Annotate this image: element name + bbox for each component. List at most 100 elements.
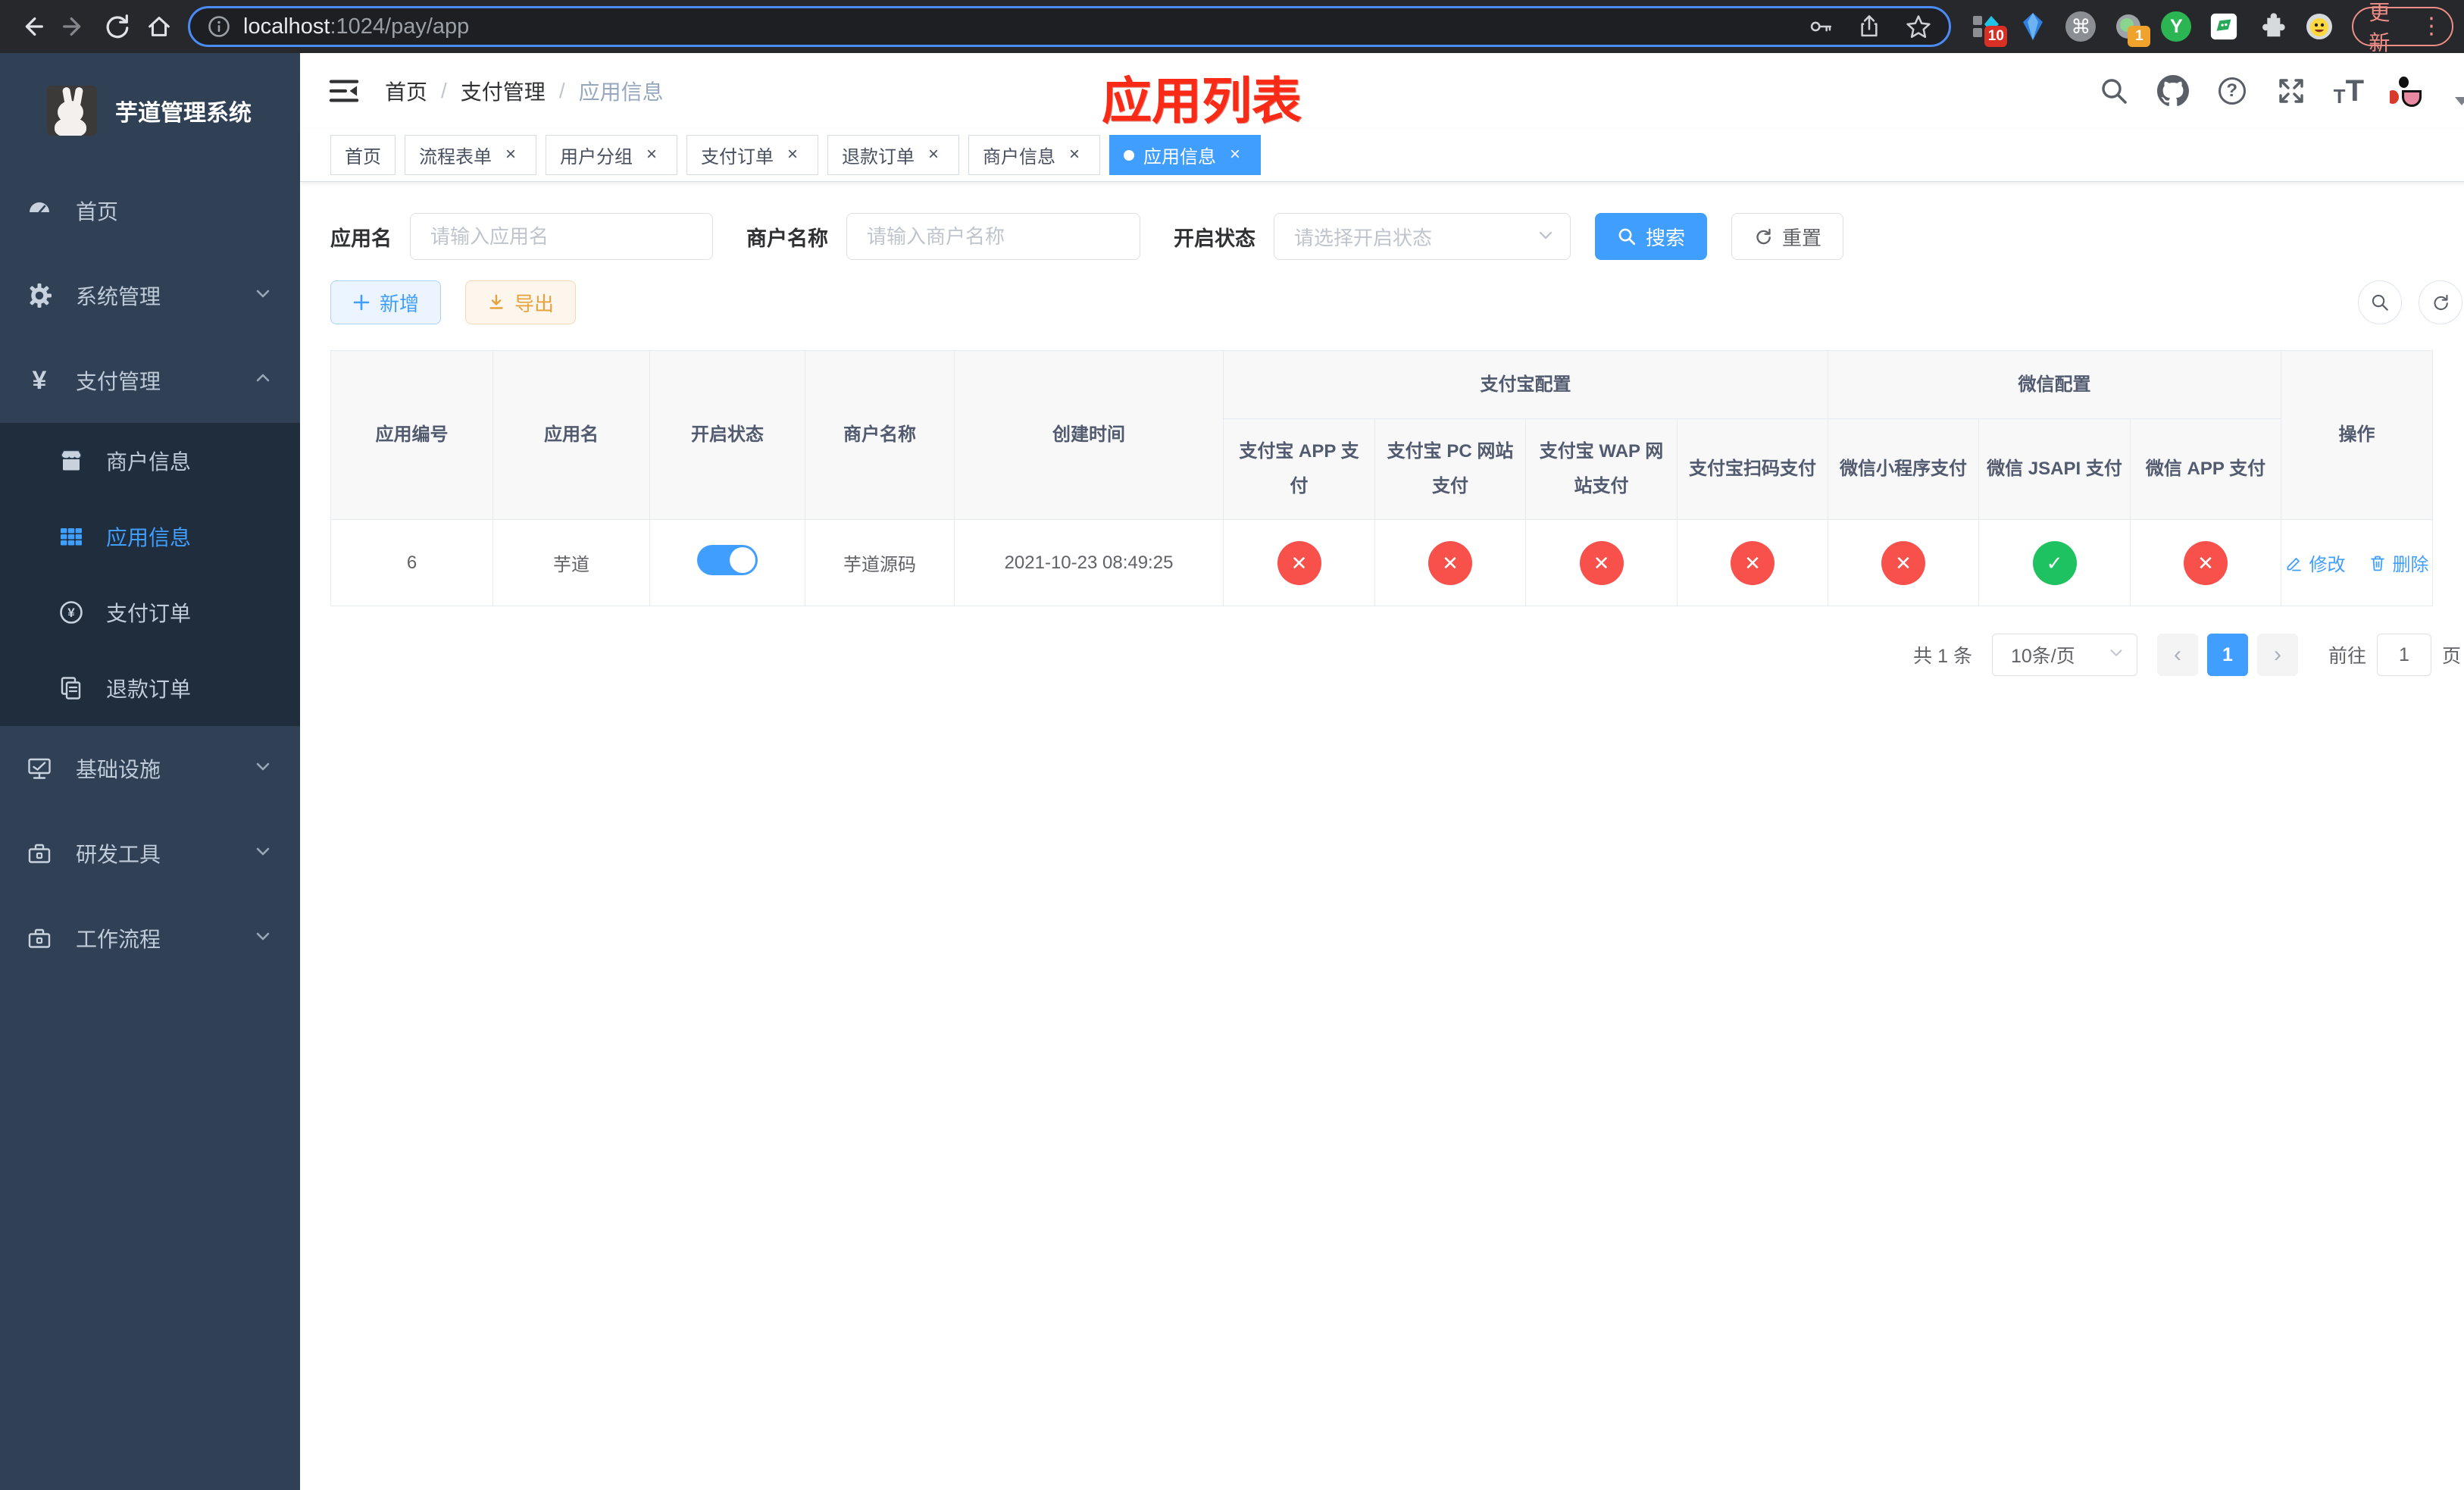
pagination-total: 共 1 条 xyxy=(1913,646,1972,667)
app-name-label: 应用名 xyxy=(330,227,392,250)
breadcrumb-home[interactable]: 首页 xyxy=(385,76,427,106)
close-icon[interactable]: × xyxy=(640,144,663,167)
sidebar-logo[interactable]: 芋道管理系统 xyxy=(0,53,300,168)
close-icon[interactable]: × xyxy=(1063,144,1086,167)
close-icon[interactable]: × xyxy=(1224,144,1246,167)
svg-text:¥: ¥ xyxy=(67,606,75,620)
page-number-1[interactable]: 1 xyxy=(2206,634,2248,676)
extension-command-icon[interactable]: ⌘ xyxy=(2065,11,2097,42)
goto-label: 前往 xyxy=(2328,646,2366,667)
close-icon[interactable]: × xyxy=(781,144,804,167)
monitor-icon xyxy=(26,755,53,782)
extension-gem-icon[interactable] xyxy=(2017,11,2049,42)
tag-home[interactable]: 首页 xyxy=(330,135,396,175)
extension-profile-icon[interactable]: 1 xyxy=(2112,11,2151,47)
password-key-icon[interactable] xyxy=(1808,14,1834,39)
search-icon xyxy=(1618,228,1636,246)
active-dot xyxy=(1124,149,1134,161)
tag-refund-order[interactable]: 退款订单 × xyxy=(827,135,959,175)
toggle-search-button[interactable] xyxy=(2358,280,2402,324)
forward-icon[interactable] xyxy=(53,5,95,48)
export-button[interactable]: 导出 xyxy=(465,280,577,324)
filter-form: 应用名 商户名称 开启状态 请选择开启状态 搜索 xyxy=(330,212,2462,261)
status-toggle[interactable] xyxy=(697,545,758,575)
breadcrumb-payment[interactable]: 支付管理 xyxy=(461,76,546,106)
cell-created: 2021-10-23 08:49:25 xyxy=(954,519,1224,606)
goto-page-input[interactable] xyxy=(2376,634,2431,676)
download-icon xyxy=(489,294,503,309)
avatar[interactable] xyxy=(2390,66,2440,116)
grid-icon xyxy=(58,523,85,550)
pencil-icon xyxy=(2287,557,2301,571)
tag-process-form[interactable]: 流程表单 × xyxy=(405,135,536,175)
delete-button[interactable]: 删除 xyxy=(2369,549,2429,576)
channel-status-icon: ✕ xyxy=(1277,540,1321,585)
tags-view: 首页 流程表单 × 用户分组 × 支付订单 × 退款订单 × 商户信息 × 应用信息 × xyxy=(300,129,2464,182)
address-bar[interactable]: localhost:1024/pay/app xyxy=(188,6,1952,47)
reload-icon[interactable] xyxy=(95,5,138,48)
status-select[interactable]: 请选择开启状态 xyxy=(1274,213,1571,260)
chevron-down-icon xyxy=(253,926,273,951)
extensions-puzzle-icon[interactable] xyxy=(2256,11,2287,42)
browser-toolbar: localhost:1024/pay/app 10 ⌘ 1 Y 更新 ⋮ xyxy=(0,0,2464,55)
edit-button[interactable]: 修改 xyxy=(2285,549,2346,576)
url-path: :1024/pay/app xyxy=(330,14,470,39)
add-button[interactable]: 新增 xyxy=(330,280,442,324)
sidebar-item-infrastructure[interactable]: 基础设施 xyxy=(0,726,300,811)
reset-button[interactable]: 重置 xyxy=(1731,213,1844,260)
search-button[interactable]: 搜索 xyxy=(1595,213,1708,260)
close-icon[interactable]: × xyxy=(922,144,945,167)
tag-user-group[interactable]: 用户分组 × xyxy=(546,135,677,175)
page-unit-label: 页 xyxy=(2441,646,2461,667)
github-icon[interactable] xyxy=(2156,74,2190,108)
update-label: 更新 xyxy=(2369,1,2391,55)
font-size-icon[interactable]: TT xyxy=(2334,74,2364,108)
group-wechat-config: 微信配置 xyxy=(1828,350,2281,419)
refresh-table-button[interactable] xyxy=(2419,280,2462,324)
tag-app-info[interactable]: 应用信息 × xyxy=(1109,135,1261,175)
sidebar-item-pay-order[interactable]: ¥ 支付订单 xyxy=(0,574,300,650)
extension-chat-icon[interactable] xyxy=(2208,11,2240,42)
close-icon[interactable]: × xyxy=(499,144,522,167)
refresh-icon xyxy=(2434,294,2448,311)
sidebar-item-payment[interactable]: ¥ 支付管理 xyxy=(0,338,300,423)
site-info-icon[interactable] xyxy=(207,14,231,39)
col-actions: 操作 xyxy=(2281,350,2433,520)
sidebar-item-home[interactable]: 首页 xyxy=(0,168,300,253)
sidebar-item-system[interactable]: 系统管理 xyxy=(0,253,300,338)
payment-submenu: 商户信息 应用信息 ¥ 支付订单 退款订单 xyxy=(0,423,300,726)
browser-menu-icon[interactable]: ⋮ xyxy=(2420,15,2443,38)
sidebar-fold-icon[interactable] xyxy=(327,74,361,108)
search-icon[interactable] xyxy=(2097,74,2131,108)
sidebar-item-refund-order[interactable]: 退款订单 xyxy=(0,650,300,726)
prev-page-button[interactable]: ‹ xyxy=(2156,634,2198,676)
extension-emoji-icon[interactable] xyxy=(2303,11,2335,42)
extension-tabs-icon[interactable]: 10 xyxy=(1969,11,2008,47)
next-page-button[interactable]: › xyxy=(2256,634,2298,676)
tag-merchant-info[interactable]: 商户信息 × xyxy=(968,135,1100,175)
merchant-name-input[interactable] xyxy=(846,213,1140,260)
help-icon[interactable]: ? xyxy=(2215,74,2249,108)
fullscreen-icon[interactable] xyxy=(2275,74,2308,108)
sidebar-item-merchant-info[interactable]: 商户信息 xyxy=(0,423,300,499)
avatar-caret-icon[interactable] xyxy=(2455,96,2464,105)
extension-y-icon[interactable]: Y xyxy=(2160,11,2192,42)
sidebar-item-app-info[interactable]: 应用信息 xyxy=(0,499,300,574)
browser-update-button[interactable]: 更新 ⋮ xyxy=(2352,1,2453,55)
chevron-up-icon xyxy=(253,368,273,393)
annotation-app-list: 应用列表 xyxy=(1102,73,1302,129)
bookmark-star-icon[interactable] xyxy=(1905,13,1932,40)
browser-extensions: 10 ⌘ 1 Y xyxy=(1969,11,2335,47)
back-icon[interactable] xyxy=(11,5,53,48)
col-app-name: 应用名 xyxy=(492,350,650,520)
tag-pay-order[interactable]: 支付订单 × xyxy=(686,135,818,175)
sidebar-item-workflow[interactable]: 工作流程 xyxy=(0,896,300,981)
channel-status-icon: ✕ xyxy=(1731,540,1775,585)
page-size-select[interactable]: 10条/页 xyxy=(1991,634,2137,676)
app-name-input[interactable] xyxy=(410,213,713,260)
sidebar-item-dev-tools[interactable]: 研发工具 xyxy=(0,811,300,896)
home-icon[interactable] xyxy=(138,5,180,48)
url-host: localhost xyxy=(243,14,330,39)
table-row: 6 芋道 芋道源码 2021-10-23 08:49:25 ✕ ✕ ✕ ✕ ✕ … xyxy=(330,519,2433,606)
share-icon[interactable] xyxy=(1856,14,1882,39)
